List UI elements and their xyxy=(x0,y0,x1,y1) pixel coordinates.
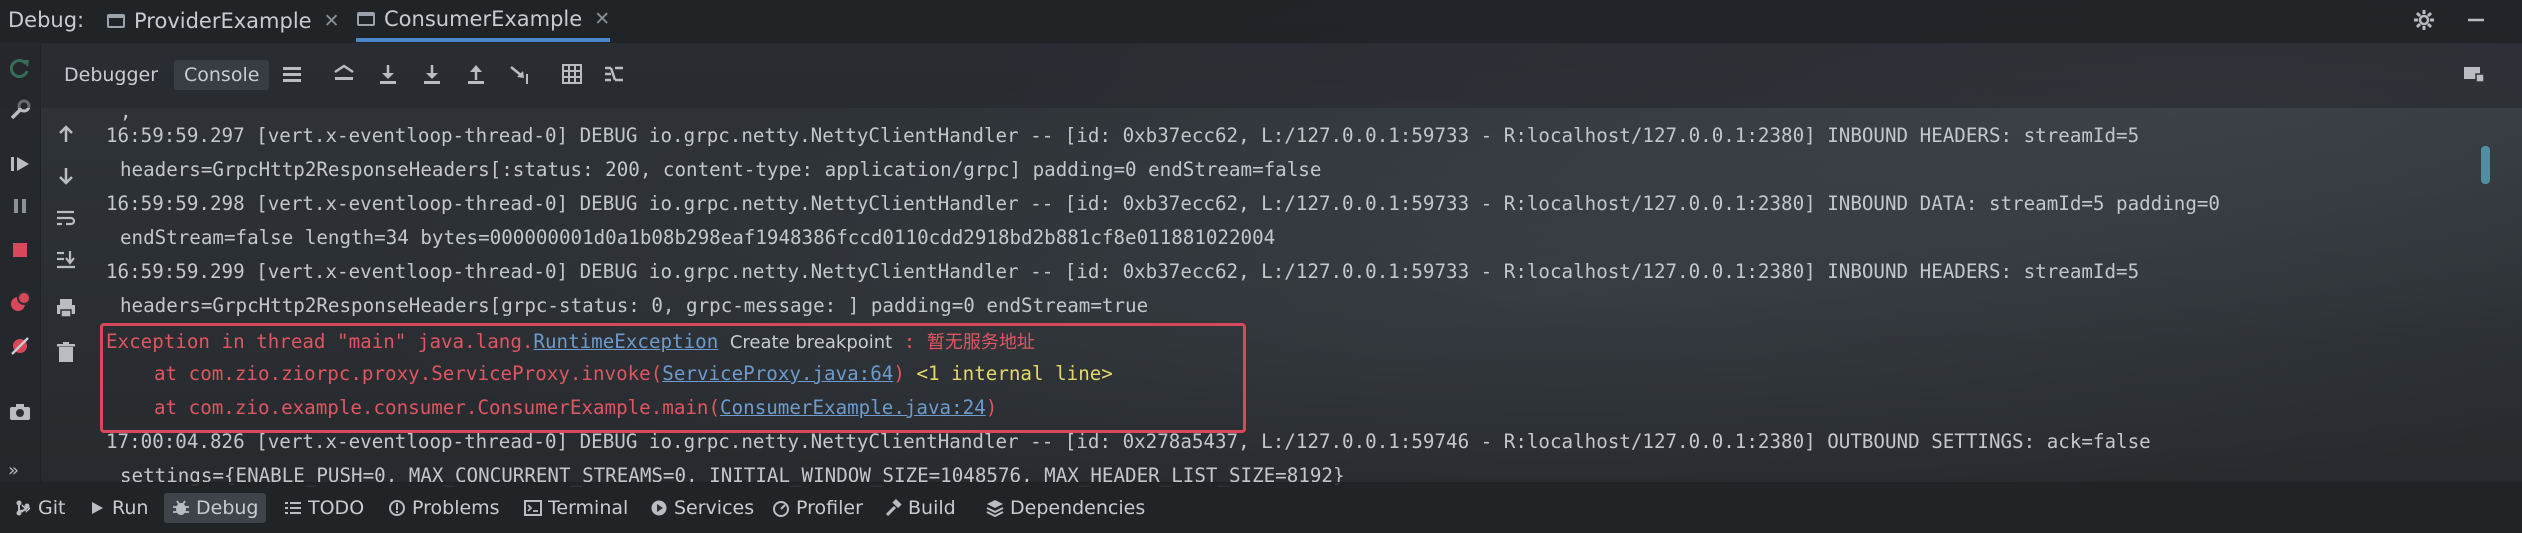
stop-icon[interactable] xyxy=(8,238,32,262)
tool-problems[interactable]: Problems xyxy=(388,497,500,519)
tab-console[interactable]: Console xyxy=(174,60,270,90)
tab-consumer-example[interactable]: ConsumerExample ✕ xyxy=(356,0,611,42)
exception-highlight-box xyxy=(100,323,1246,433)
debug-left-toolbar: » xyxy=(0,42,41,482)
view-breakpoints-icon[interactable] xyxy=(8,290,32,314)
git-icon xyxy=(16,500,30,516)
tab-label: ConsumerExample xyxy=(384,7,583,31)
debug-icon xyxy=(173,500,189,515)
tool-label: Debug xyxy=(196,497,259,519)
tool-services[interactable]: Services xyxy=(650,497,754,519)
evaluate-expression-icon[interactable] xyxy=(560,62,584,86)
step-out-icon[interactable] xyxy=(464,62,488,86)
log-line: headers=GrpcHttp2ResponseHeaders[:status… xyxy=(120,158,1322,181)
tool-profiler[interactable]: Profiler xyxy=(772,497,863,519)
tool-run[interactable]: Run xyxy=(88,497,148,519)
run-icon xyxy=(92,502,103,514)
tool-label: Profiler xyxy=(796,497,863,519)
console-scrollbar[interactable] xyxy=(2481,146,2490,184)
tool-debug[interactable]: Debug xyxy=(164,493,267,523)
tool-label: Dependencies xyxy=(1010,497,1146,519)
tool-label: Build xyxy=(908,497,956,519)
close-icon[interactable]: ✕ xyxy=(324,10,340,32)
resume-icon[interactable] xyxy=(8,152,32,176)
mute-breakpoints-icon[interactable] xyxy=(8,334,32,358)
layout-settings-icon[interactable] xyxy=(2462,62,2486,86)
tool-dependencies[interactable]: Dependencies xyxy=(986,497,1145,519)
more-actions-icon[interactable]: » xyxy=(8,460,32,484)
show-execution-point-icon[interactable] xyxy=(332,62,356,86)
scroll-to-end-icon[interactable] xyxy=(54,248,78,272)
debug-toolbar: Debugger Console xyxy=(0,42,2522,108)
app-config-icon xyxy=(106,11,126,31)
trace-current-stream-icon[interactable] xyxy=(602,62,626,86)
tool-label: Terminal xyxy=(548,497,629,519)
tool-todo[interactable]: TODO xyxy=(284,497,364,519)
log-line: endStream=false length=34 bytes=00000000… xyxy=(120,226,1276,249)
minimize-icon[interactable] xyxy=(2464,8,2488,38)
problems-icon xyxy=(389,500,405,516)
dependencies-icon xyxy=(986,500,1004,517)
tool-build[interactable]: Build xyxy=(884,497,956,519)
tool-git[interactable]: Git xyxy=(14,497,65,519)
tool-window-bar: » Git Run Debug TODO Problems Terminal S… xyxy=(0,482,2522,533)
terminal-icon xyxy=(524,500,542,516)
tool-label: Run xyxy=(112,497,149,519)
log-line: headers=GrpcHttp2ResponseHeaders[grpc-st… xyxy=(120,294,1149,317)
profiler-icon xyxy=(773,501,789,517)
log-line: , xyxy=(120,100,132,123)
tab-debugger[interactable]: Debugger xyxy=(64,64,158,86)
build-icon xyxy=(885,499,902,517)
tool-terminal[interactable]: Terminal xyxy=(524,497,628,519)
tool-label: Git xyxy=(38,497,66,519)
tool-label: Problems xyxy=(412,497,500,519)
tab-provider-example[interactable]: ProviderExample ✕ xyxy=(106,0,340,42)
settings-gear-icon[interactable] xyxy=(2412,8,2436,38)
todo-icon xyxy=(285,502,301,514)
step-into-icon[interactable] xyxy=(420,62,444,86)
log-line: 16:59:59.297 [vert.x-eventloop-thread-0]… xyxy=(106,124,2140,147)
menu-icon[interactable] xyxy=(280,62,304,86)
log-line: 17:00:04.826 [vert.x-eventloop-thread-0]… xyxy=(106,430,2151,453)
tab-label: ProviderExample xyxy=(134,9,312,33)
camera-icon[interactable] xyxy=(8,400,32,424)
close-icon[interactable]: ✕ xyxy=(594,8,610,30)
debug-tab-bar: Debug: ProviderExample ✕ ConsumerExample… xyxy=(0,0,2522,43)
pause-icon[interactable] xyxy=(8,194,32,218)
debug-label: Debug: xyxy=(8,8,85,32)
log-line: 16:59:59.299 [vert.x-eventloop-thread-0]… xyxy=(106,260,2140,283)
print-icon[interactable] xyxy=(54,296,78,320)
tool-label: Services xyxy=(674,497,755,519)
app-config-icon xyxy=(356,9,376,29)
step-over-icon[interactable] xyxy=(376,62,400,86)
tool-label: TODO xyxy=(308,497,365,519)
console-side-toolbar xyxy=(40,108,92,483)
down-arrow-icon[interactable] xyxy=(54,164,78,188)
services-icon xyxy=(651,500,667,516)
up-arrow-icon[interactable] xyxy=(54,122,78,146)
soft-wrap-icon[interactable] xyxy=(54,206,78,230)
run-to-cursor-icon[interactable] xyxy=(508,62,532,86)
clear-all-icon[interactable] xyxy=(54,340,78,364)
log-line: 16:59:59.298 [vert.x-eventloop-thread-0]… xyxy=(106,192,2220,215)
